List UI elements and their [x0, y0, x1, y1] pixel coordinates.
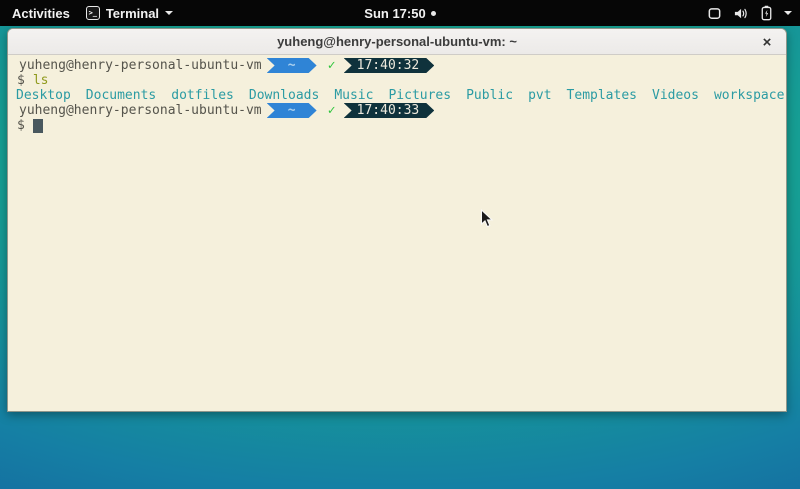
- window-titlebar[interactable]: yuheng@henry-personal-ubuntu-vm: ~ ×: [8, 29, 786, 55]
- caret-down-icon: [165, 11, 173, 15]
- prompt-user: yuheng@henry-personal-ubuntu-vm: [19, 58, 262, 73]
- notification-dot-icon: [431, 11, 436, 16]
- prompt-time-segment: 17:40:33: [344, 103, 435, 118]
- directory-name: Public: [466, 88, 513, 103]
- prompt-symbol: $: [17, 118, 25, 133]
- status-check-icon: ✓: [324, 58, 340, 73]
- top-bar: Activities >_ Terminal Sun 17:50: [0, 0, 800, 26]
- clock-button[interactable]: Sun 17:50: [364, 6, 425, 21]
- prompt-time: 17:40:32: [357, 58, 420, 73]
- directory-name: Videos: [652, 88, 699, 103]
- prompt-path: ~: [288, 103, 296, 118]
- screen-icon: [707, 6, 722, 21]
- ls-output-line: Desktop Documents dotfiles Downloads Mus…: [12, 88, 782, 103]
- battery-charging-icon: [760, 5, 773, 21]
- directory-name: pvt: [528, 88, 551, 103]
- directory-name: dotfiles: [171, 88, 234, 103]
- directory-name: Templates: [567, 88, 637, 103]
- prompt-symbol: $: [17, 73, 25, 88]
- activities-button[interactable]: Activities: [10, 6, 72, 21]
- terminal-content[interactable]: yuheng@henry-personal-ubuntu-vm ~ ✓ 17:4…: [8, 55, 786, 412]
- desktop: Activities >_ Terminal Sun 17:50: [0, 0, 800, 489]
- command-line-1: $ ls: [12, 73, 782, 88]
- prompt-path-segment: ~: [267, 58, 317, 73]
- app-menu-terminal[interactable]: >_ Terminal: [86, 6, 173, 21]
- terminal-window: yuheng@henry-personal-ubuntu-vm: ~ × yuh…: [7, 28, 787, 412]
- close-icon[interactable]: ×: [756, 31, 778, 53]
- directory-name: Desktop: [16, 88, 71, 103]
- directory-name: Pictures: [388, 88, 451, 103]
- directory-name: Downloads: [249, 88, 319, 103]
- directory-name: workspace: [714, 88, 784, 103]
- status-check-icon: ✓: [324, 103, 340, 118]
- prompt-user: yuheng@henry-personal-ubuntu-vm: [19, 103, 262, 118]
- directory-name: Music: [334, 88, 373, 103]
- prompt-line-1: yuheng@henry-personal-ubuntu-vm ~ ✓ 17:4…: [12, 58, 782, 73]
- window-title: yuheng@henry-personal-ubuntu-vm: ~: [277, 34, 517, 49]
- prompt-time: 17:40:33: [357, 103, 420, 118]
- system-status-area[interactable]: [707, 0, 792, 26]
- terminal-app-icon: >_: [86, 6, 100, 20]
- prompt-path-segment: ~: [267, 103, 317, 118]
- command-text: ls: [33, 73, 49, 88]
- prompt-time-segment: 17:40:32: [344, 58, 435, 73]
- directory-name: Documents: [86, 88, 156, 103]
- prompt-path: ~: [288, 58, 296, 73]
- prompt-line-2: yuheng@henry-personal-ubuntu-vm ~ ✓ 17:4…: [12, 103, 782, 118]
- app-menu-label: Terminal: [106, 6, 159, 21]
- top-bar-left: Activities >_ Terminal: [0, 6, 173, 21]
- caret-down-icon: [784, 11, 792, 15]
- terminal-cursor: [33, 119, 43, 133]
- volume-icon: [733, 6, 749, 21]
- command-line-2: $: [12, 118, 782, 133]
